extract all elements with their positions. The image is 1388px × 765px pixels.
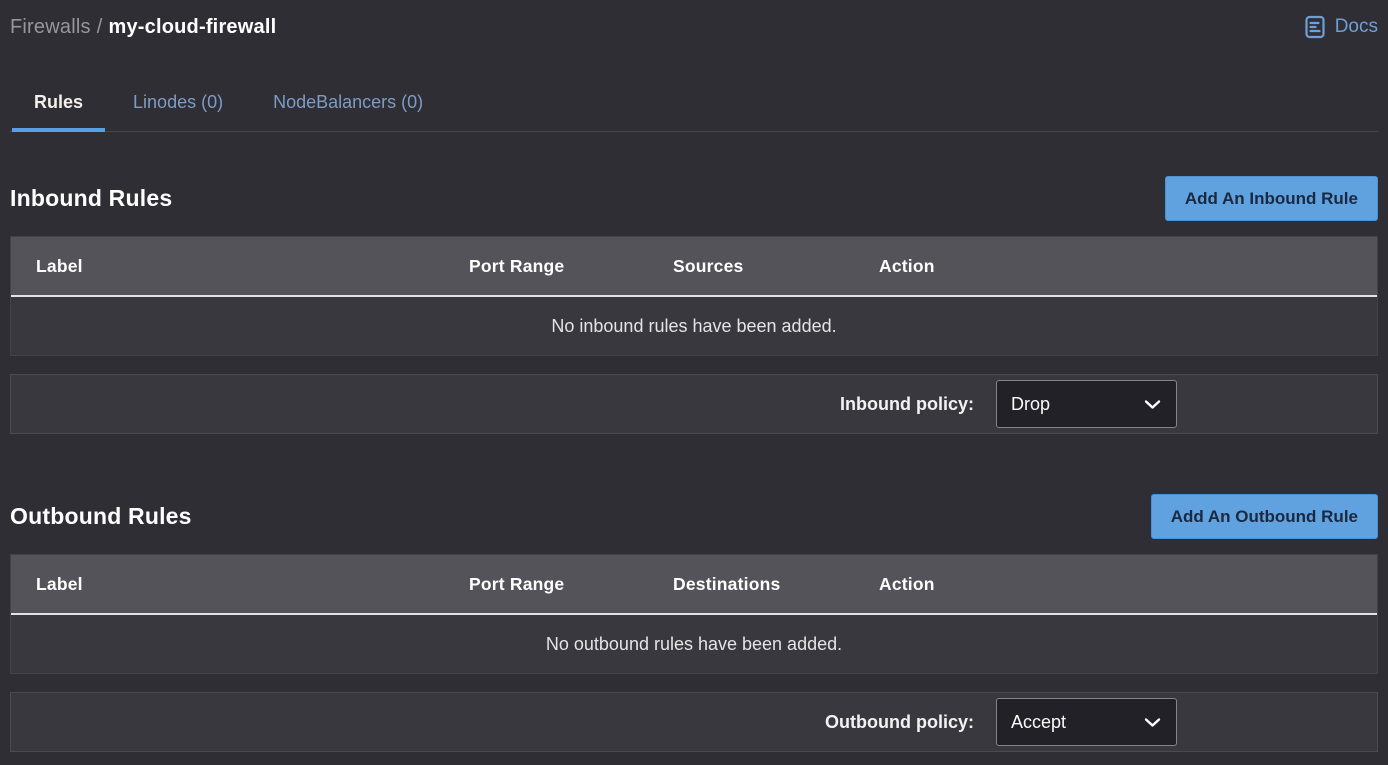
breadcrumb-separator: / (97, 16, 103, 38)
outbound-policy-selected-value: Accept (1011, 712, 1066, 733)
inbound-policy-row: Inbound policy: Drop (10, 374, 1378, 434)
add-outbound-rule-button[interactable]: Add An Outbound Rule (1151, 494, 1378, 539)
inbound-empty-message: No inbound rules have been added. (11, 297, 1377, 355)
outbound-col-port-range: Port Range (469, 574, 673, 595)
document-icon (1303, 14, 1327, 40)
outbound-rules-title: Outbound Rules (10, 503, 192, 530)
tab-rules[interactable]: Rules (12, 78, 105, 132)
docs-link[interactable]: Docs (1303, 14, 1378, 40)
inbound-rules-title: Inbound Rules (10, 185, 172, 212)
inbound-rules-table: Label Port Range Sources Action No inbou… (10, 236, 1378, 356)
tab-bar: Rules Linodes (0) NodeBalancers (0) (10, 78, 1378, 132)
firewall-detail-page: Firewalls /my-cloud-firewall Docs Rules L… (0, 0, 1388, 752)
tab-nodebalancers[interactable]: NodeBalancers (0) (251, 78, 445, 132)
outbound-policy-select[interactable]: Accept (996, 698, 1177, 746)
inbound-col-action: Action (879, 256, 1352, 277)
topbar: Firewalls /my-cloud-firewall Docs (10, 0, 1378, 42)
inbound-policy-selected-value: Drop (1011, 394, 1050, 415)
chevron-down-icon (1144, 717, 1161, 728)
inbound-col-sources: Sources (673, 256, 879, 277)
outbound-col-action: Action (879, 574, 1352, 595)
inbound-policy-select[interactable]: Drop (996, 380, 1177, 428)
breadcrumb: Firewalls /my-cloud-firewall (10, 16, 276, 39)
tab-linodes[interactable]: Linodes (0) (111, 78, 245, 132)
outbound-section-header: Outbound Rules Add An Outbound Rule (10, 494, 1378, 539)
outbound-policy-row: Outbound policy: Accept (10, 692, 1378, 752)
chevron-down-icon (1144, 399, 1161, 410)
outbound-table-header-row: Label Port Range Destinations Action (11, 555, 1377, 615)
inbound-col-label: Label (36, 256, 469, 277)
outbound-col-destinations: Destinations (673, 574, 879, 595)
inbound-col-port-range: Port Range (469, 256, 673, 277)
inbound-table-header-row: Label Port Range Sources Action (11, 237, 1377, 297)
outbound-rules-table: Label Port Range Destinations Action No … (10, 554, 1378, 674)
inbound-section-header: Inbound Rules Add An Inbound Rule (10, 176, 1378, 221)
inbound-policy-label: Inbound policy: (840, 394, 974, 415)
outbound-empty-message: No outbound rules have been added. (11, 615, 1377, 673)
outbound-policy-label: Outbound policy: (825, 712, 974, 733)
breadcrumb-firewalls-link[interactable]: Firewalls (10, 16, 91, 38)
outbound-col-label: Label (36, 574, 469, 595)
add-inbound-rule-button[interactable]: Add An Inbound Rule (1165, 176, 1378, 221)
breadcrumb-current-firewall: my-cloud-firewall (108, 16, 276, 38)
docs-link-label: Docs (1335, 16, 1378, 38)
